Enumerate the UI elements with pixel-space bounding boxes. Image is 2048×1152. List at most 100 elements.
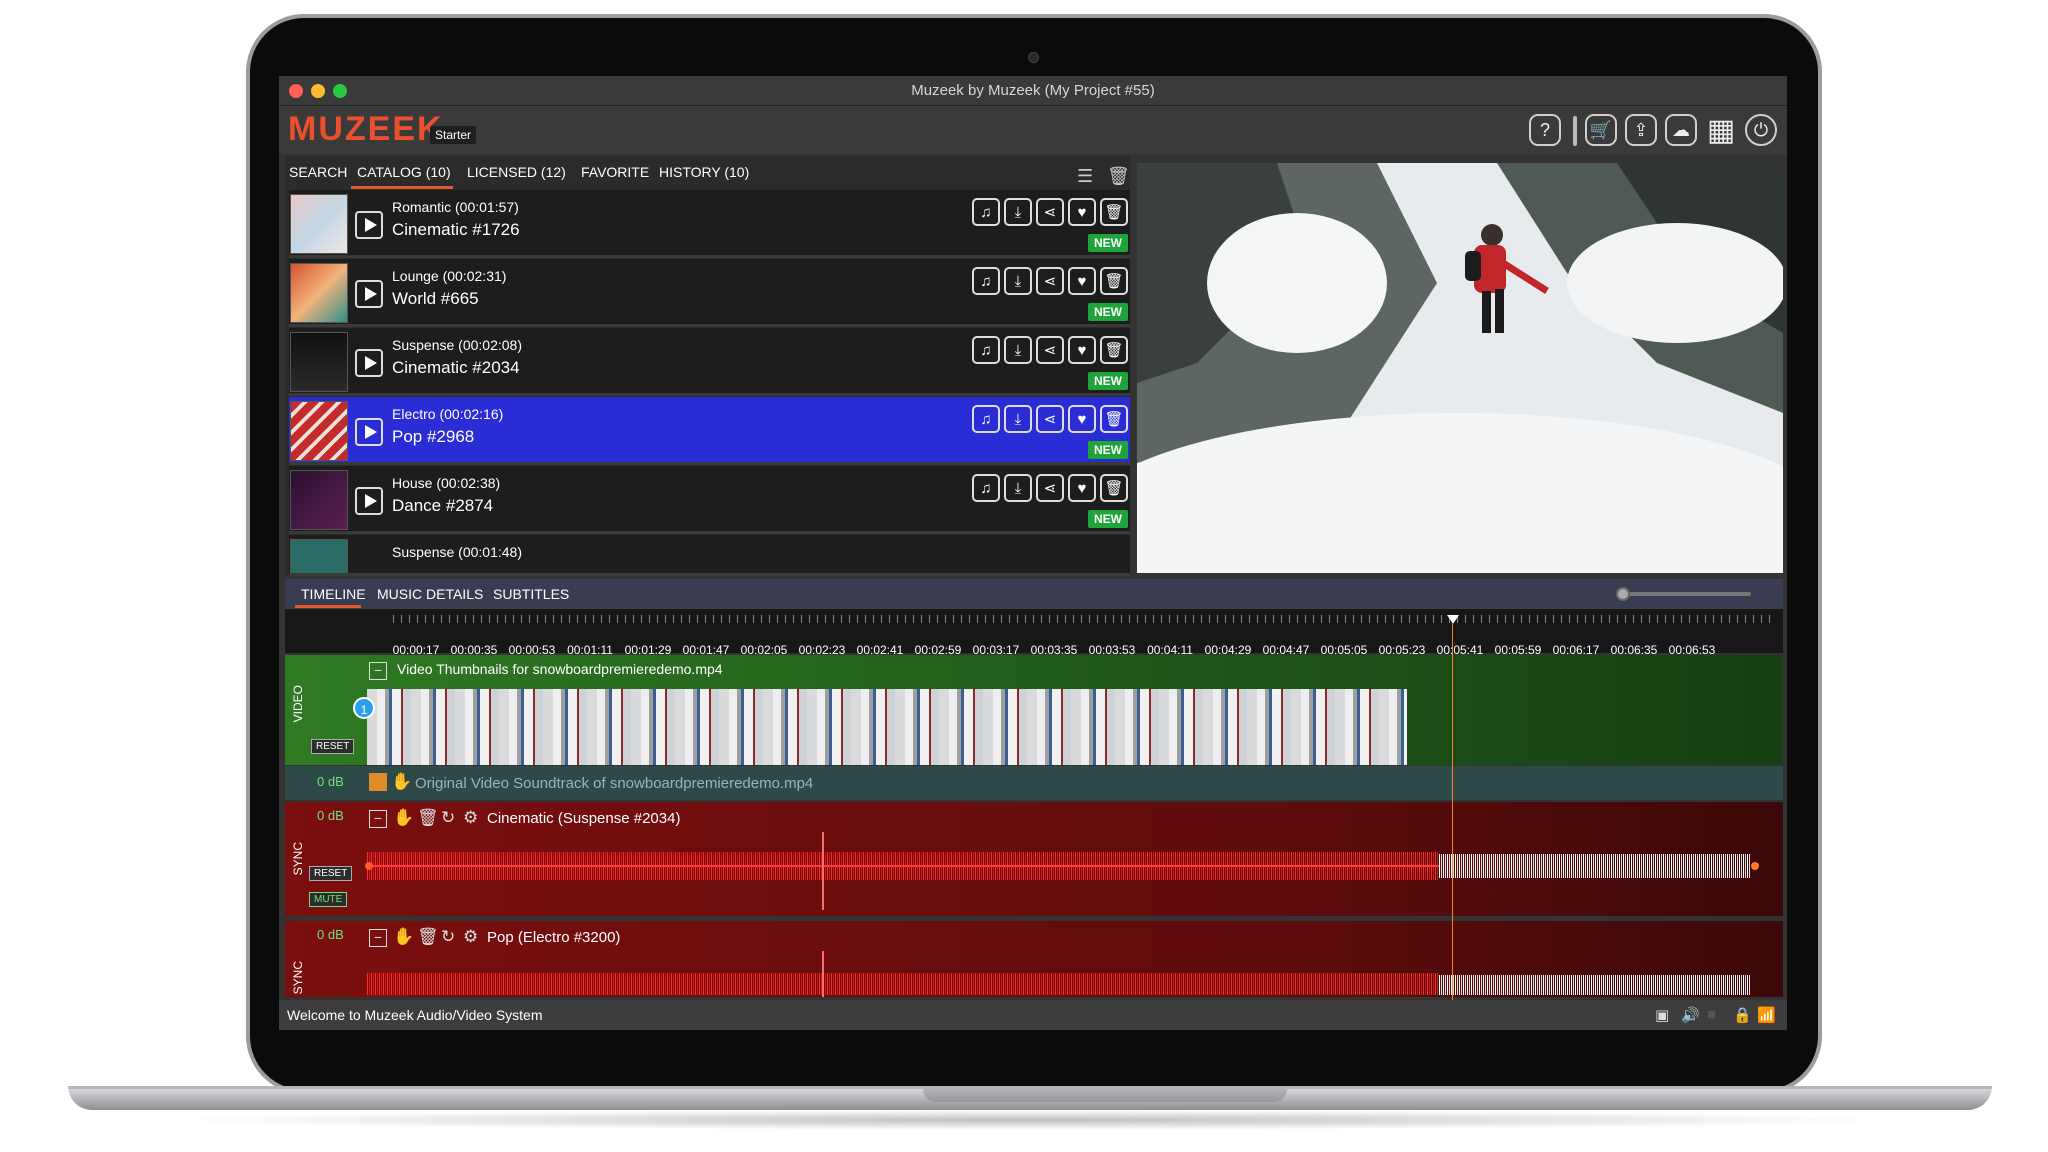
trash-icon[interactable]: 🗑 (1100, 405, 1128, 433)
power-icon[interactable]: ⏻ (1745, 114, 1777, 146)
volume-db[interactable]: 0 dB (317, 927, 344, 942)
share-icon[interactable]: ⋖ (1036, 336, 1064, 364)
music-track: 0 dB SYNC − ✋ 🗑 ↻ ⚙ Cinematic (Suspense … (285, 802, 1783, 916)
hand-icon[interactable]: ✋ (393, 927, 414, 947)
hand-icon[interactable]: ✋ (393, 808, 414, 828)
album-cover (290, 470, 348, 530)
grid-icon[interactable]: ▦ (1705, 114, 1737, 147)
waveform-end-handle[interactable] (1751, 862, 1759, 870)
refresh-icon[interactable]: ↻ (441, 808, 455, 828)
timeline-tabs: TIMELINE MUSIC DETAILS SUBTITLES (285, 579, 1783, 609)
tab-search[interactable]: SEARCH (289, 164, 347, 180)
status-message: Welcome to Muzeek Audio/Video System (287, 1007, 543, 1023)
album-cover (290, 263, 348, 323)
heart-icon[interactable]: ♥ (1068, 267, 1096, 295)
collapse-button[interactable]: − (369, 810, 387, 828)
waveform[interactable] (367, 973, 1439, 995)
track-row-selected[interactable]: Electro (00:02:16) Pop #2968 ♫ ⤓ ⋖ ♥ 🗑 NEW (289, 397, 1130, 465)
playhead-handle[interactable] (1447, 615, 1459, 624)
tab-licensed[interactable]: LICENSED (12) (467, 164, 566, 180)
collapse-button[interactable]: − (369, 929, 387, 947)
refresh-icon[interactable]: ↻ (441, 927, 455, 947)
tab-catalog[interactable]: CATALOG (10) (357, 164, 451, 180)
playhead[interactable] (1452, 624, 1453, 1014)
hand-icon[interactable]: ✋ (391, 772, 412, 792)
export-icon[interactable]: ⇪ (1625, 114, 1657, 146)
share-icon[interactable]: ⋖ (1036, 267, 1064, 295)
speaker-icon[interactable]: 🔊 (1681, 1006, 1700, 1024)
play-button[interactable] (355, 211, 383, 239)
share-icon[interactable]: ⋖ (1036, 198, 1064, 226)
heart-icon[interactable]: ♥ (1068, 405, 1096, 433)
music-track-title: Cinematic (Suspense #2034) (487, 810, 681, 827)
waveform-start-handle[interactable] (365, 862, 373, 870)
sync-label: SYNC (291, 842, 305, 876)
reset-button[interactable]: RESET (309, 866, 353, 881)
tab-music-details[interactable]: MUSIC DETAILS (377, 586, 483, 602)
mute-button[interactable]: MUTE (309, 892, 348, 907)
track-row[interactable]: Suspense (00:02:08) Cinematic #2034 ♫ ⤓ ⋖ ♥… (289, 328, 1130, 396)
chip-icon[interactable]: ▣ (1655, 1006, 1669, 1024)
gear-icon[interactable]: ⚙ (463, 808, 478, 828)
gear-icon[interactable]: ⚙ (463, 927, 478, 947)
trash-icon[interactable]: 🗑 (1100, 267, 1128, 295)
download-icon[interactable]: ⤓ (1004, 267, 1032, 295)
cloud-upload-icon[interactable]: ☁ (1665, 114, 1697, 146)
track-row[interactable]: House (00:02:38) Dance #2874 ♫ ⤓ ⋖ ♥ 🗑 NEW (289, 466, 1130, 534)
track-row[interactable]: Romantic (00:01:57) Cinematic #1726 ♫ ⤓ ⋖ ♥… (289, 190, 1130, 258)
heart-icon[interactable]: ♥ (1068, 198, 1096, 226)
play-button[interactable] (355, 280, 383, 308)
trash-icon[interactable]: 🗑 (1107, 166, 1130, 187)
plan-badge: Starter (430, 126, 477, 144)
trash-icon[interactable]: 🗑 (1100, 474, 1128, 502)
help-icon[interactable]: ? (1529, 114, 1561, 146)
track-row[interactable]: Suspense (00:01:48) (289, 535, 1130, 576)
download-icon[interactable]: ⤓ (1004, 336, 1032, 364)
download-icon[interactable]: ⤓ (1004, 405, 1032, 433)
share-icon[interactable]: ⋖ (1036, 474, 1064, 502)
trash-icon[interactable]: 🗑 (1100, 336, 1128, 364)
heart-icon[interactable]: ♥ (1068, 336, 1096, 364)
music-note-icon[interactable]: ♫ (972, 474, 1000, 502)
marker-badge[interactable]: 1 (353, 697, 375, 719)
trash-icon[interactable]: 🗑 (417, 808, 439, 828)
filter-icon[interactable]: ☰ (1077, 166, 1093, 187)
play-button[interactable] (355, 349, 383, 377)
download-icon[interactable]: ⤓ (1004, 474, 1032, 502)
music-note-icon[interactable]: ♫ (972, 267, 1000, 295)
play-button[interactable] (355, 418, 383, 446)
zoom-slider[interactable] (1621, 592, 1751, 596)
heart-icon[interactable]: ♥ (1068, 474, 1096, 502)
volume-db[interactable]: 0 dB (317, 774, 344, 789)
tab-history[interactable]: HISTORY (10) (659, 164, 749, 180)
tab-subtitles[interactable]: SUBTITLES (493, 586, 569, 602)
music-note-icon[interactable]: ♫ (972, 405, 1000, 433)
download-icon[interactable]: ⤓ (1004, 198, 1032, 226)
play-button[interactable] (355, 487, 383, 515)
cart-icon[interactable]: 🛒 (1585, 114, 1617, 146)
wifi-icon[interactable]: 📶 (1757, 1006, 1776, 1024)
ruler-ticks (393, 615, 1773, 623)
toggle-button[interactable] (369, 773, 387, 791)
reset-button[interactable]: RESET (311, 739, 355, 754)
sync-marker[interactable] (822, 951, 824, 997)
track-genre: Romantic (00:01:57) (392, 199, 519, 215)
music-note-icon[interactable]: ♫ (972, 336, 1000, 364)
video-preview[interactable] (1137, 163, 1783, 573)
zoom-slider-handle[interactable] (1616, 587, 1630, 601)
laptop-base (68, 1086, 1992, 1110)
music-note-icon[interactable]: ♫ (972, 198, 1000, 226)
share-icon[interactable]: ⋖ (1036, 405, 1064, 433)
sync-marker[interactable] (822, 832, 824, 910)
lock-icon[interactable]: 🔒 (1733, 1006, 1752, 1024)
track-name: Dance #2874 (392, 496, 494, 515)
track-row[interactable]: Lounge (00:02:31) World #665 ♫ ⤓ ⋖ ♥ 🗑 NEW (289, 259, 1130, 327)
tab-favorite[interactable]: FAVORITE (581, 164, 649, 180)
square-icon: ■ (1707, 1006, 1717, 1023)
trash-icon[interactable]: 🗑 (1100, 198, 1128, 226)
tab-timeline[interactable]: TIMELINE (301, 586, 366, 602)
volume-db[interactable]: 0 dB (317, 808, 344, 823)
video-thumbnails-strip[interactable] (367, 689, 1407, 765)
collapse-button[interactable]: − (369, 662, 387, 680)
trash-icon[interactable]: 🗑 (417, 927, 439, 947)
